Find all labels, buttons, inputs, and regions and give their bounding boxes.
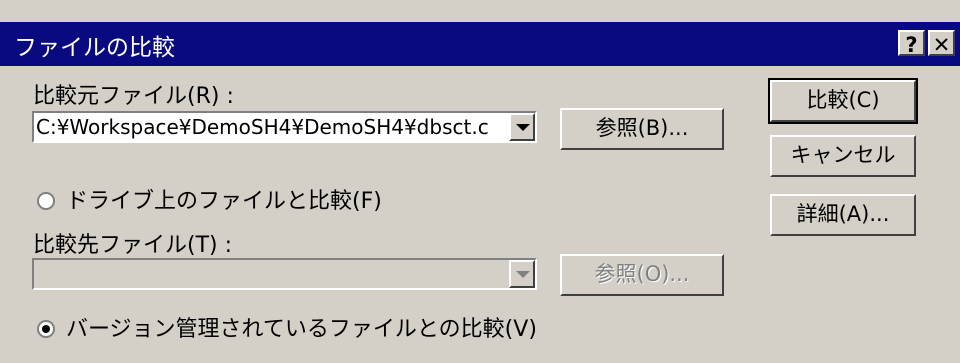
radio-drive-file-label: ドライブ上のファイルと比較(F) [66, 189, 382, 214]
details-button[interactable]: 詳細(A)... [770, 194, 916, 236]
radio-drive-file[interactable] [37, 192, 55, 210]
radio-version-managed[interactable] [37, 320, 55, 338]
target-file-label: 比較先ファイル(T) : [33, 233, 233, 258]
target-file-combo[interactable] [32, 258, 537, 290]
compare-files-dialog: ファイルの比較 ? ✕ 比較元ファイル(R) : C:¥Workspace¥De… [0, 0, 960, 363]
title-bar[interactable]: ファイルの比較 ? ✕ [0, 22, 960, 66]
chevron-down-icon[interactable] [509, 260, 535, 288]
radio-version-managed-label: バージョン管理されているファイルとの比較(V) [66, 317, 537, 342]
source-browse-button[interactable]: 参照(B)... [560, 108, 724, 150]
cancel-button[interactable]: キャンセル [770, 135, 916, 177]
compare-button[interactable]: 比較(C) [768, 78, 918, 124]
close-button[interactable]: ✕ [928, 30, 955, 57]
target-browse-button[interactable]: 参照(O)... [560, 254, 724, 296]
chevron-down-icon[interactable] [509, 113, 535, 141]
source-file-label: 比較元ファイル(R) : [33, 84, 234, 109]
source-file-combo[interactable]: C:¥Workspace¥DemoSH4¥DemoSH4¥dbsct.c [32, 111, 537, 143]
window-title: ファイルの比較 [14, 35, 175, 61]
source-file-value: C:¥Workspace¥DemoSH4¥DemoSH4¥dbsct.c [36, 115, 489, 139]
help-button[interactable]: ? [898, 30, 925, 57]
